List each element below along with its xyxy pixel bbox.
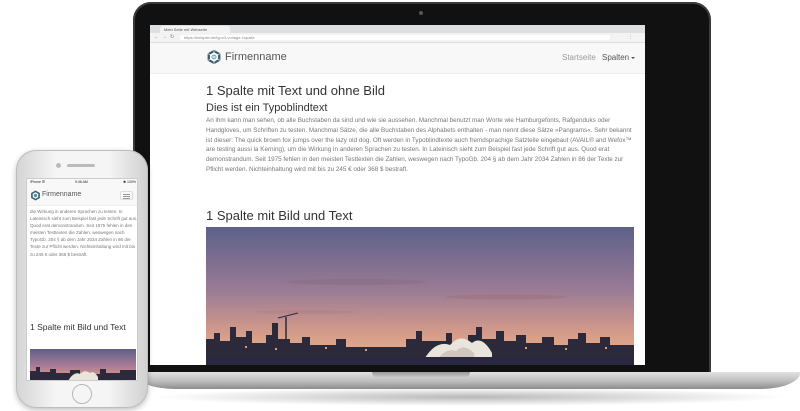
hexagon-logo-icon[interactable] [30, 190, 41, 201]
browser-tab[interactable]: Mein Seite mit Webseite [160, 26, 230, 33]
laptop-notch [372, 372, 470, 378]
phone-screen: iPhone ☰ 9:46 AM ✱ 100% Firmenname die W… [26, 178, 138, 381]
section-title-text: 1 Spalte mit Text und ohne Bild [206, 83, 385, 98]
browser-menu-icon[interactable]: ⋮ [628, 34, 633, 40]
back-icon[interactable]: ← [154, 35, 159, 40]
phone-speaker [67, 164, 95, 167]
body-paragraph: An ihm kann man sehen, ob alle Buchstabe… [206, 117, 632, 173]
nav-dropdown-spalten[interactable]: Spalten [602, 53, 636, 62]
address-bar[interactable]: https://beispiel.de/typo3-vorlage-1spalt… [180, 35, 610, 40]
hexagon-logo-icon[interactable] [206, 49, 222, 65]
sydney-skyline-image [206, 227, 634, 365]
nav-dropdown-label: Spalten [602, 53, 630, 62]
nav-link-startseite[interactable]: Startseite [562, 53, 596, 62]
caret-down-icon [631, 56, 636, 59]
laptop-shadow [150, 388, 790, 406]
hamburger-icon[interactable] [120, 191, 133, 200]
forward-icon[interactable]: → [162, 35, 167, 40]
laptop-camera [419, 11, 423, 15]
browser-tab-strip: Mein Seite mit Webseite [150, 25, 645, 33]
section-title-image: 1 Spalte mit Bild und Text [206, 208, 353, 223]
mobile-section-title: 1 Spalte mit Bild und Text [30, 322, 126, 332]
phone-device: iPhone ☰ 9:46 AM ✱ 100% Firmenname die W… [16, 150, 148, 408]
subtitle: Dies ist ein Typoblindtext [206, 102, 328, 114]
laptop-screen: Mein Seite mit Webseite ← → ↻ https://be… [150, 25, 645, 365]
reload-icon[interactable]: ↻ [170, 35, 174, 40]
browser-toolbar: ← → ↻ https://beispiel.de/typo3-vorlage-… [150, 33, 645, 43]
mobile-skyline-image [30, 349, 136, 380]
home-button-icon[interactable] [72, 384, 92, 404]
brand-name[interactable]: Firmenname [225, 51, 287, 63]
phone-camera [56, 163, 61, 168]
mobile-body-paragraph: die Wirkung in anderen Sprachen zu teste… [30, 209, 138, 257]
mobile-brand-name[interactable]: Firmenname [42, 191, 81, 198]
